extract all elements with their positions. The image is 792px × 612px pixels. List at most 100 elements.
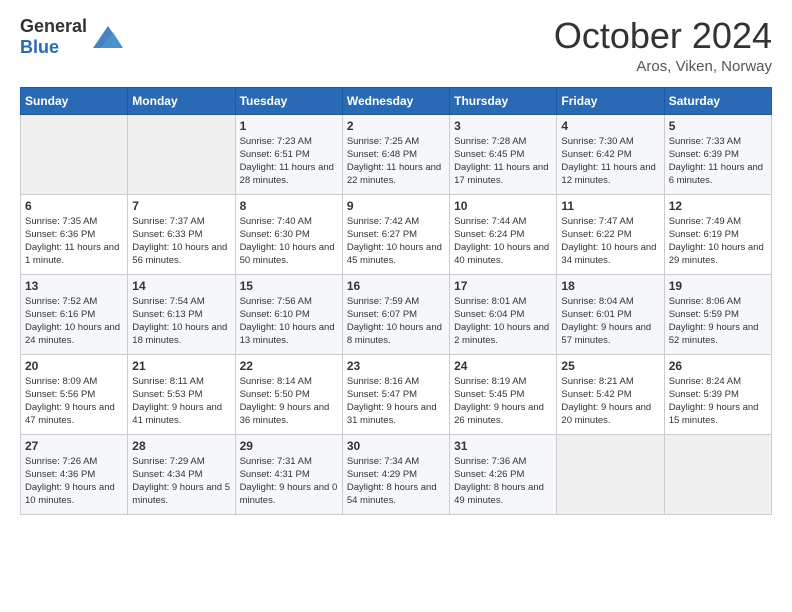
header-day-friday: Friday xyxy=(557,87,664,114)
day-number: 13 xyxy=(25,279,123,293)
day-number: 2 xyxy=(347,119,445,133)
day-number: 6 xyxy=(25,199,123,213)
cell-info: Sunrise: 7:42 AMSunset: 6:27 PMDaylight:… xyxy=(347,215,445,268)
logo-general: General xyxy=(20,16,87,36)
calendar-cell: 14Sunrise: 7:54 AMSunset: 6:13 PMDayligh… xyxy=(128,274,235,354)
day-number: 24 xyxy=(454,359,552,373)
cell-info: Sunrise: 8:16 AMSunset: 5:47 PMDaylight:… xyxy=(347,375,445,428)
cell-info: Sunrise: 7:34 AMSunset: 4:29 PMDaylight:… xyxy=(347,455,445,508)
calendar-cell: 27 Sunrise: 7:26 AMSunset: 4:36 PMDayligh… xyxy=(21,434,128,514)
day-number: 29 xyxy=(240,439,338,453)
calendar-cell xyxy=(557,434,664,514)
month-year: October 2024 xyxy=(554,16,772,56)
header-day-thursday: Thursday xyxy=(450,87,557,114)
cell-info: Sunrise: 8:24 AMSunset: 5:39 PMDaylight:… xyxy=(669,375,767,428)
calendar-cell: 5 Sunrise: 7:33 AMSunset: 6:39 PMDaylight… xyxy=(664,114,771,194)
day-number: 28 xyxy=(132,439,230,453)
day-number: 8 xyxy=(240,199,338,213)
header-day-saturday: Saturday xyxy=(664,87,771,114)
day-number: 15 xyxy=(240,279,338,293)
logo-text: General Blue xyxy=(20,16,87,58)
logo-blue: Blue xyxy=(20,37,59,57)
cell-info: Sunrise: 7:44 AMSunset: 6:24 PMDaylight:… xyxy=(454,215,552,268)
calendar-cell: 23Sunrise: 8:16 AMSunset: 5:47 PMDayligh… xyxy=(342,354,449,434)
calendar-cell: 1Sunrise: 7:23 AMSunset: 6:51 PMDaylight… xyxy=(235,114,342,194)
cell-info: Sunrise: 8:11 AMSunset: 5:53 PMDaylight:… xyxy=(132,375,230,428)
cell-info: Sunrise: 7:28 AMSunset: 6:45 PMDaylight:… xyxy=(454,135,552,188)
cell-info: Sunrise: 7:56 AMSunset: 6:10 PMDaylight:… xyxy=(240,295,338,348)
calendar-cell: 10 Sunrise: 7:44 AMSunset: 6:24 PMDayligh… xyxy=(450,194,557,274)
cell-info: Sunrise: 7:37 AMSunset: 6:33 PMDaylight:… xyxy=(132,215,230,268)
calendar-cell: 9 Sunrise: 7:42 AMSunset: 6:27 PMDaylight… xyxy=(342,194,449,274)
calendar-cell: 29 Sunrise: 7:31 AMSunset: 4:31 PMDayligh… xyxy=(235,434,342,514)
day-number: 25 xyxy=(561,359,659,373)
cell-info: Sunrise: 7:49 AMSunset: 6:19 PMDaylight:… xyxy=(669,215,767,268)
calendar-cell: 8Sunrise: 7:40 AMSunset: 6:30 PMDaylight… xyxy=(235,194,342,274)
day-number: 19 xyxy=(669,279,767,293)
calendar-cell: 6 Sunrise: 7:35 AMSunset: 6:36 PMDaylight… xyxy=(21,194,128,274)
cell-info: Sunrise: 7:26 AMSunset: 4:36 PMDaylight:… xyxy=(25,455,123,508)
cell-info: Sunrise: 8:01 AMSunset: 6:04 PMDaylight:… xyxy=(454,295,552,348)
calendar-cell: 30 Sunrise: 7:34 AMSunset: 4:29 PMDayligh… xyxy=(342,434,449,514)
day-number: 9 xyxy=(347,199,445,213)
cell-info: Sunrise: 7:54 AMSunset: 6:13 PMDaylight:… xyxy=(132,295,230,348)
header-day-wednesday: Wednesday xyxy=(342,87,449,114)
day-number: 10 xyxy=(454,199,552,213)
day-number: 21 xyxy=(132,359,230,373)
cell-info: Sunrise: 7:33 AMSunset: 6:39 PMDaylight:… xyxy=(669,135,767,188)
calendar-cell: 12 Sunrise: 7:49 AMSunset: 6:19 PMDayligh… xyxy=(664,194,771,274)
cell-info: Sunrise: 7:47 AMSunset: 6:22 PMDaylight:… xyxy=(561,215,659,268)
calendar-table: SundayMondayTuesdayWednesdayThursdayFrid… xyxy=(20,87,772,515)
cell-info: Sunrise: 7:25 AMSunset: 6:48 PMDaylight:… xyxy=(347,135,445,188)
day-number: 3 xyxy=(454,119,552,133)
calendar-cell: 11Sunrise: 7:47 AMSunset: 6:22 PMDayligh… xyxy=(557,194,664,274)
calendar-cell: 19 Sunrise: 8:06 AMSunset: 5:59 PMDayligh… xyxy=(664,274,771,354)
day-number: 27 xyxy=(25,439,123,453)
calendar-cell xyxy=(21,114,128,194)
logo-icon xyxy=(93,26,123,48)
calendar-cell xyxy=(128,114,235,194)
day-number: 31 xyxy=(454,439,552,453)
cell-info: Sunrise: 7:35 AMSunset: 6:36 PMDaylight:… xyxy=(25,215,123,268)
cell-info: Sunrise: 7:31 AMSunset: 4:31 PMDaylight:… xyxy=(240,455,338,508)
header-day-sunday: Sunday xyxy=(21,87,128,114)
cell-info: Sunrise: 7:29 AMSunset: 4:34 PMDaylight:… xyxy=(132,455,230,508)
day-number: 22 xyxy=(240,359,338,373)
day-number: 5 xyxy=(669,119,767,133)
day-number: 7 xyxy=(132,199,230,213)
week-row-3: 13 Sunrise: 7:52 AMSunset: 6:16 PMDayligh… xyxy=(21,274,772,354)
cell-info: Sunrise: 7:52 AMSunset: 6:16 PMDaylight:… xyxy=(25,295,123,348)
day-number: 20 xyxy=(25,359,123,373)
page-header: General Blue October 2024 Aros, Viken, N… xyxy=(20,16,772,75)
calendar-cell: 15 Sunrise: 7:56 AMSunset: 6:10 PMDayligh… xyxy=(235,274,342,354)
calendar-cell: 17 Sunrise: 8:01 AMSunset: 6:04 PMDayligh… xyxy=(450,274,557,354)
title-block: October 2024 Aros, Viken, Norway xyxy=(554,16,772,75)
week-row-4: 20Sunrise: 8:09 AMSunset: 5:56 PMDayligh… xyxy=(21,354,772,434)
week-row-1: 1Sunrise: 7:23 AMSunset: 6:51 PMDaylight… xyxy=(21,114,772,194)
calendar-cell: 28 Sunrise: 7:29 AMSunset: 4:34 PMDayligh… xyxy=(128,434,235,514)
calendar-cell: 20Sunrise: 8:09 AMSunset: 5:56 PMDayligh… xyxy=(21,354,128,434)
cell-info: Sunrise: 8:06 AMSunset: 5:59 PMDaylight:… xyxy=(669,295,767,348)
calendar-cell: 24 Sunrise: 8:19 AMSunset: 5:45 PMDayligh… xyxy=(450,354,557,434)
calendar-cell: 13 Sunrise: 7:52 AMSunset: 6:16 PMDayligh… xyxy=(21,274,128,354)
cell-info: Sunrise: 8:04 AMSunset: 6:01 PMDaylight:… xyxy=(561,295,659,348)
calendar-cell xyxy=(664,434,771,514)
calendar-cell: 22 Sunrise: 8:14 AMSunset: 5:50 PMDayligh… xyxy=(235,354,342,434)
week-row-5: 27 Sunrise: 7:26 AMSunset: 4:36 PMDayligh… xyxy=(21,434,772,514)
day-number: 12 xyxy=(669,199,767,213)
cell-info: Sunrise: 8:21 AMSunset: 5:42 PMDaylight:… xyxy=(561,375,659,428)
cell-info: Sunrise: 7:30 AMSunset: 6:42 PMDaylight:… xyxy=(561,135,659,188)
day-number: 18 xyxy=(561,279,659,293)
day-number: 30 xyxy=(347,439,445,453)
calendar-cell: 25 Sunrise: 8:21 AMSunset: 5:42 PMDayligh… xyxy=(557,354,664,434)
day-number: 1 xyxy=(240,119,338,133)
location: Aros, Viken, Norway xyxy=(554,58,772,75)
day-number: 17 xyxy=(454,279,552,293)
calendar-cell: 21 Sunrise: 8:11 AMSunset: 5:53 PMDayligh… xyxy=(128,354,235,434)
cell-info: Sunrise: 8:19 AMSunset: 5:45 PMDaylight:… xyxy=(454,375,552,428)
calendar-cell: 16Sunrise: 7:59 AMSunset: 6:07 PMDayligh… xyxy=(342,274,449,354)
header-day-tuesday: Tuesday xyxy=(235,87,342,114)
cell-info: Sunrise: 8:14 AMSunset: 5:50 PMDaylight:… xyxy=(240,375,338,428)
calendar-cell: 2 Sunrise: 7:25 AMSunset: 6:48 PMDaylight… xyxy=(342,114,449,194)
calendar-cell: 26Sunrise: 8:24 AMSunset: 5:39 PMDayligh… xyxy=(664,354,771,434)
